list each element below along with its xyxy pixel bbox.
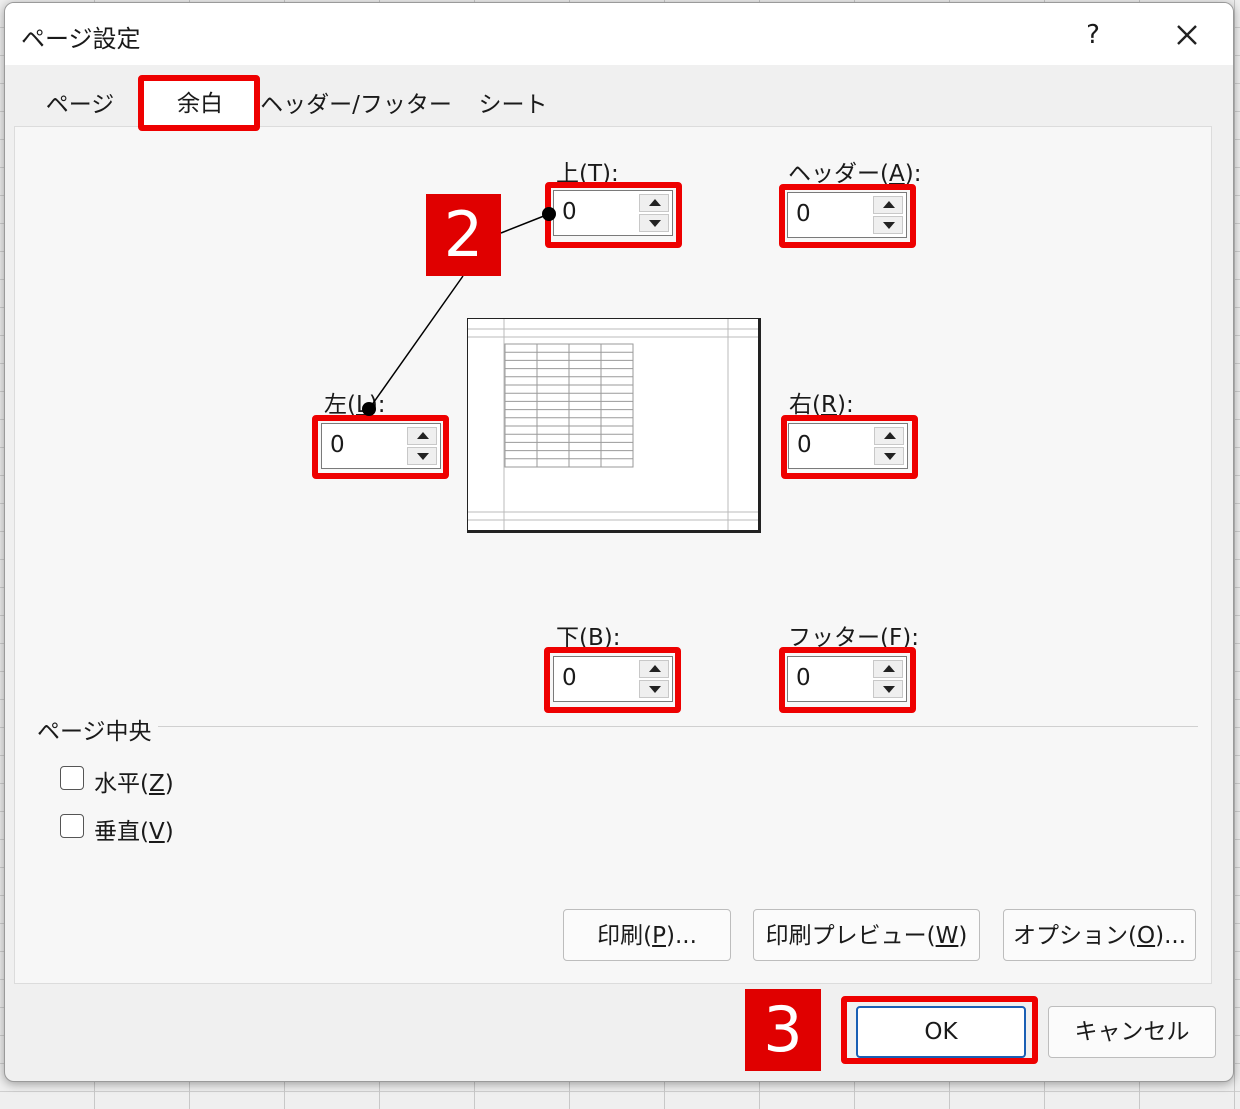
options-button[interactable]: オプション(O)...	[1003, 909, 1196, 961]
horizontal-center-label[interactable]: 水平(Z)	[94, 764, 174, 798]
print-preview-button[interactable]: 印刷プレビュー(W)	[753, 909, 980, 961]
cancel-button[interactable]: キャンセル	[1048, 1006, 1216, 1058]
highlight-ok-button	[841, 996, 1038, 1064]
center-on-page-heading: ページ中央	[37, 719, 152, 745]
step-3-badge: 3	[745, 989, 821, 1071]
section-divider	[158, 726, 1198, 727]
horizontal-center-checkbox[interactable]	[60, 766, 84, 790]
print-button[interactable]: 印刷(P)...	[563, 909, 731, 961]
step-2-badge: 2	[426, 194, 501, 276]
vertical-center-checkbox[interactable]	[60, 814, 84, 838]
vertical-center-label[interactable]: 垂直(V)	[94, 812, 174, 846]
